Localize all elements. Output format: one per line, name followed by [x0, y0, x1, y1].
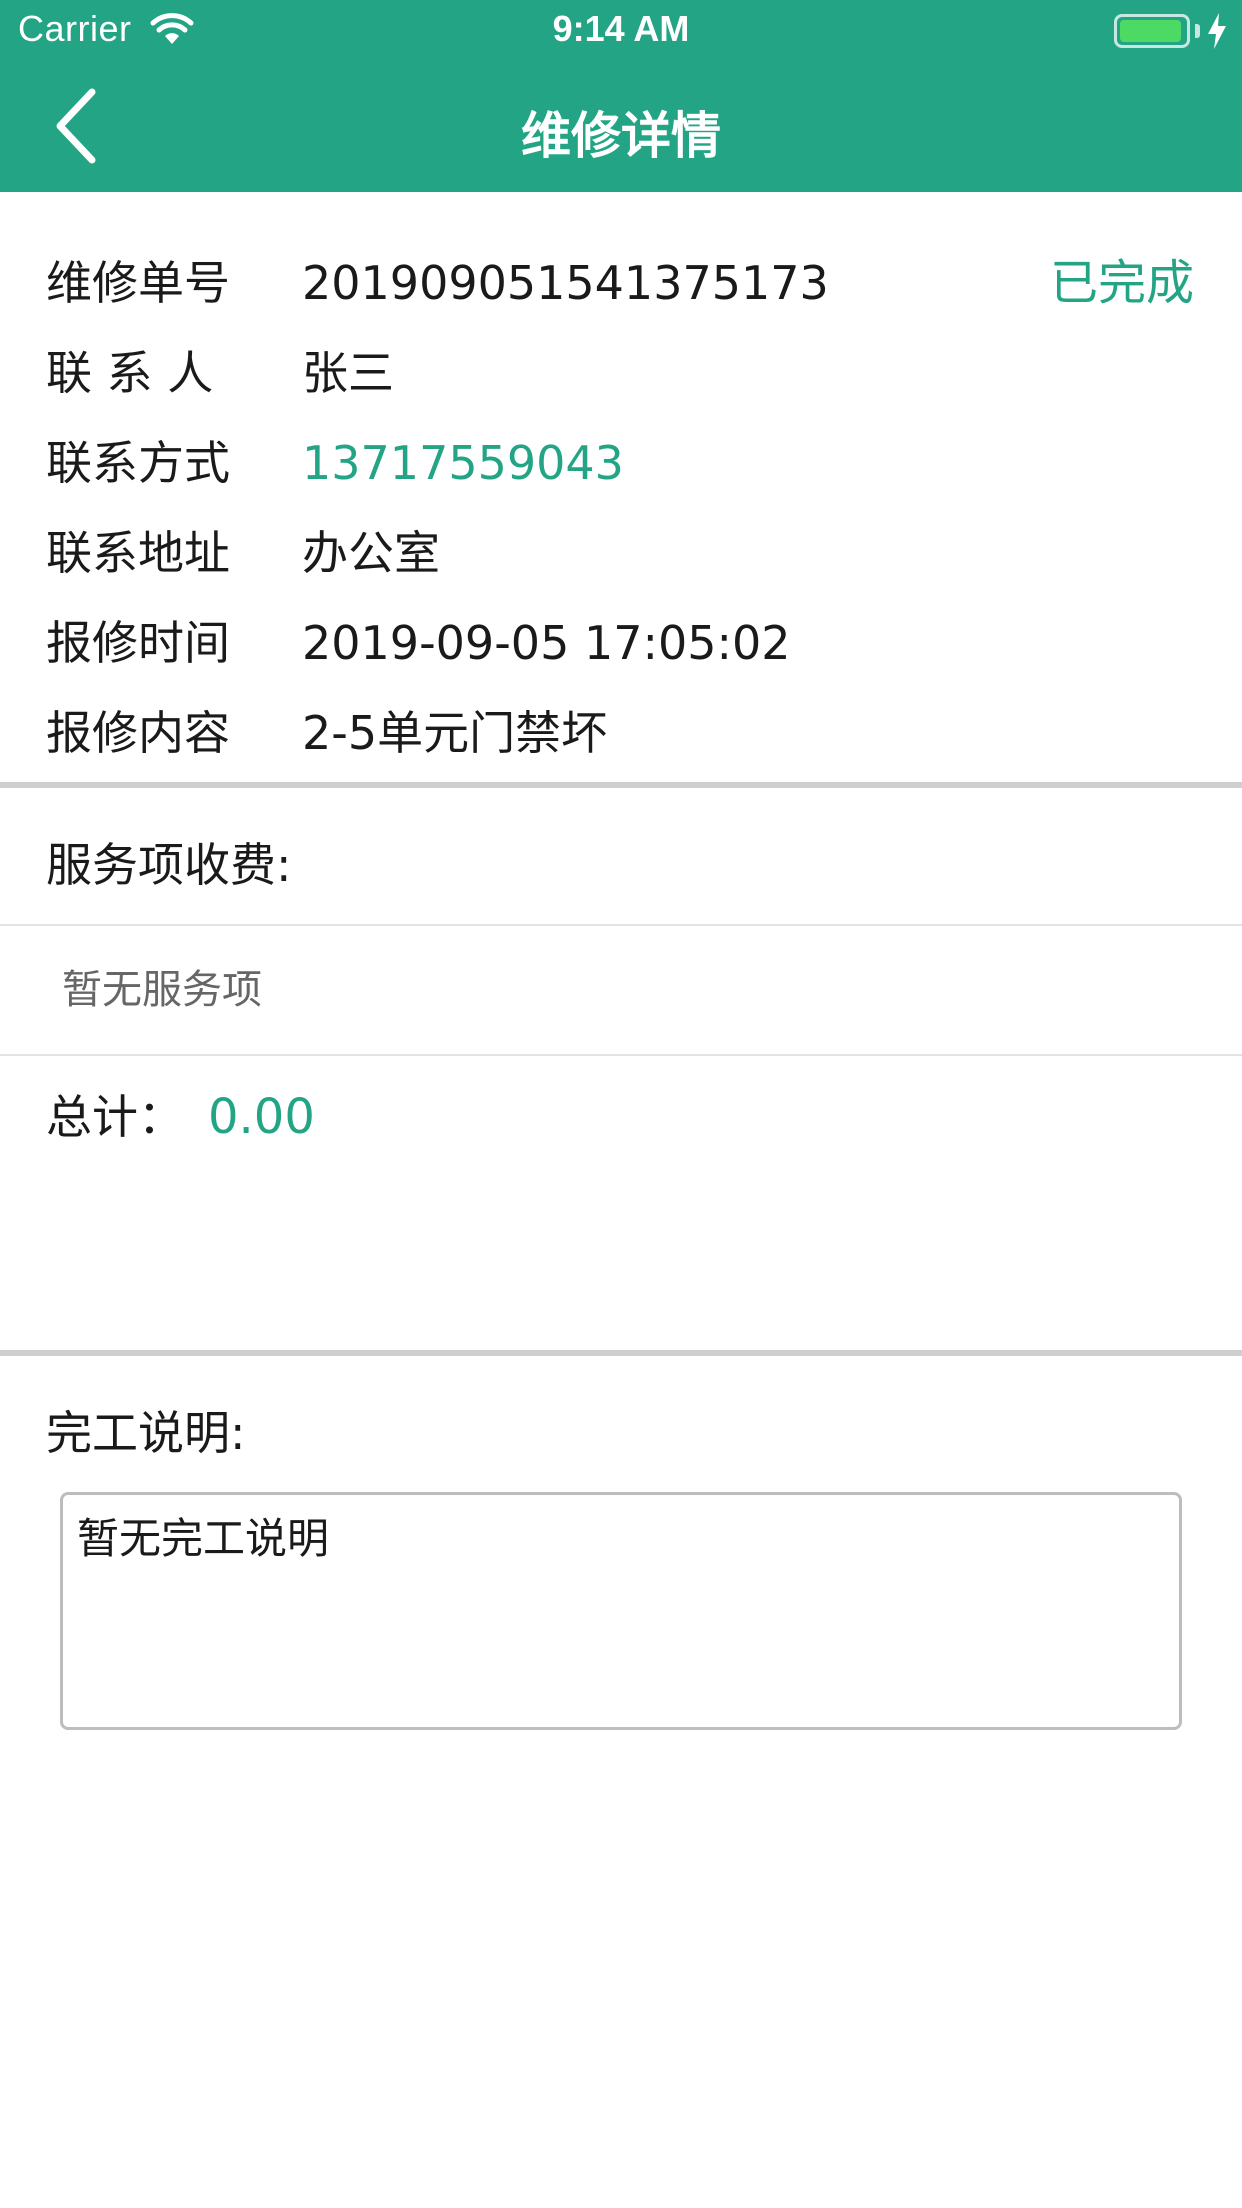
report-time-value: 2019-09-05 17:05:02	[302, 616, 791, 670]
status-time: 9:14 AM	[552, 8, 690, 49]
navigation-bar: 维修详情	[0, 60, 1242, 192]
section-divider	[0, 782, 1242, 788]
page-title: 维修详情	[521, 107, 721, 165]
top-bar: Carrier 9:14 AM 维修详情	[0, 0, 1242, 192]
phone-label: 联系方式	[46, 436, 230, 490]
contact-label: 联 系 人	[46, 346, 214, 400]
completion-title: 完工说明:	[46, 1406, 246, 1460]
order-no-label: 维修单号	[46, 256, 230, 310]
contact-value: 张三	[302, 346, 394, 400]
list-divider	[0, 924, 1242, 926]
status-badge: 已完成	[1049, 255, 1194, 311]
report-time-label: 报修时间	[46, 616, 230, 670]
total-label: 总计：	[46, 1090, 184, 1144]
report-content-value: 2-5单元门禁坏	[302, 706, 608, 760]
completion-notes-box[interactable]: 暂无完工说明	[60, 1492, 1182, 1730]
status-bar: Carrier 9:14 AM	[0, 0, 1242, 60]
phone-link[interactable]: 13717559043	[302, 428, 624, 498]
service-fee-title: 服务项收费:	[46, 838, 292, 892]
battery-level	[1120, 20, 1181, 42]
section-divider	[0, 1350, 1242, 1356]
order-no-value: 201909051541375173	[302, 256, 829, 310]
address-label: 联系地址	[46, 526, 230, 580]
total-value: 0.00	[208, 1089, 315, 1145]
charging-bolt-icon	[1208, 13, 1226, 49]
report-content-label: 报修内容	[46, 706, 230, 760]
address-value: 办公室	[302, 526, 440, 580]
battery-tip	[1195, 24, 1200, 38]
service-empty-text: 暂无服务项	[62, 967, 262, 1013]
list-divider	[0, 1054, 1242, 1056]
battery-icon	[1114, 14, 1190, 48]
